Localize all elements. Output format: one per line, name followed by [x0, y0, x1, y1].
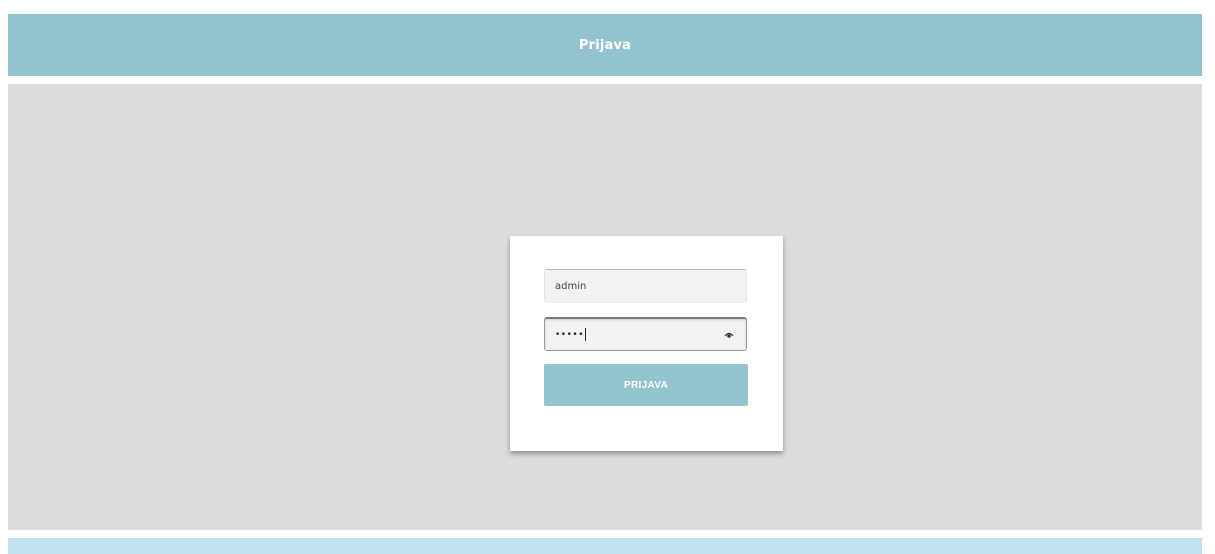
username-field[interactable]: admin — [544, 269, 747, 303]
login-card: admin ••••• PRIJAVA — [510, 236, 783, 451]
page-footer — [8, 538, 1202, 554]
page-header: Prijava — [8, 14, 1202, 76]
password-field[interactable]: ••••• — [544, 317, 747, 351]
text-caret — [585, 328, 587, 341]
username-value: admin — [555, 280, 587, 292]
password-masked-value: ••••• — [555, 329, 585, 340]
page-title: Prijava — [578, 37, 632, 53]
main-content: admin ••••• PRIJAVA — [8, 84, 1202, 530]
login-button[interactable]: PRIJAVA — [544, 364, 748, 406]
eye-icon[interactable] — [724, 331, 734, 339]
